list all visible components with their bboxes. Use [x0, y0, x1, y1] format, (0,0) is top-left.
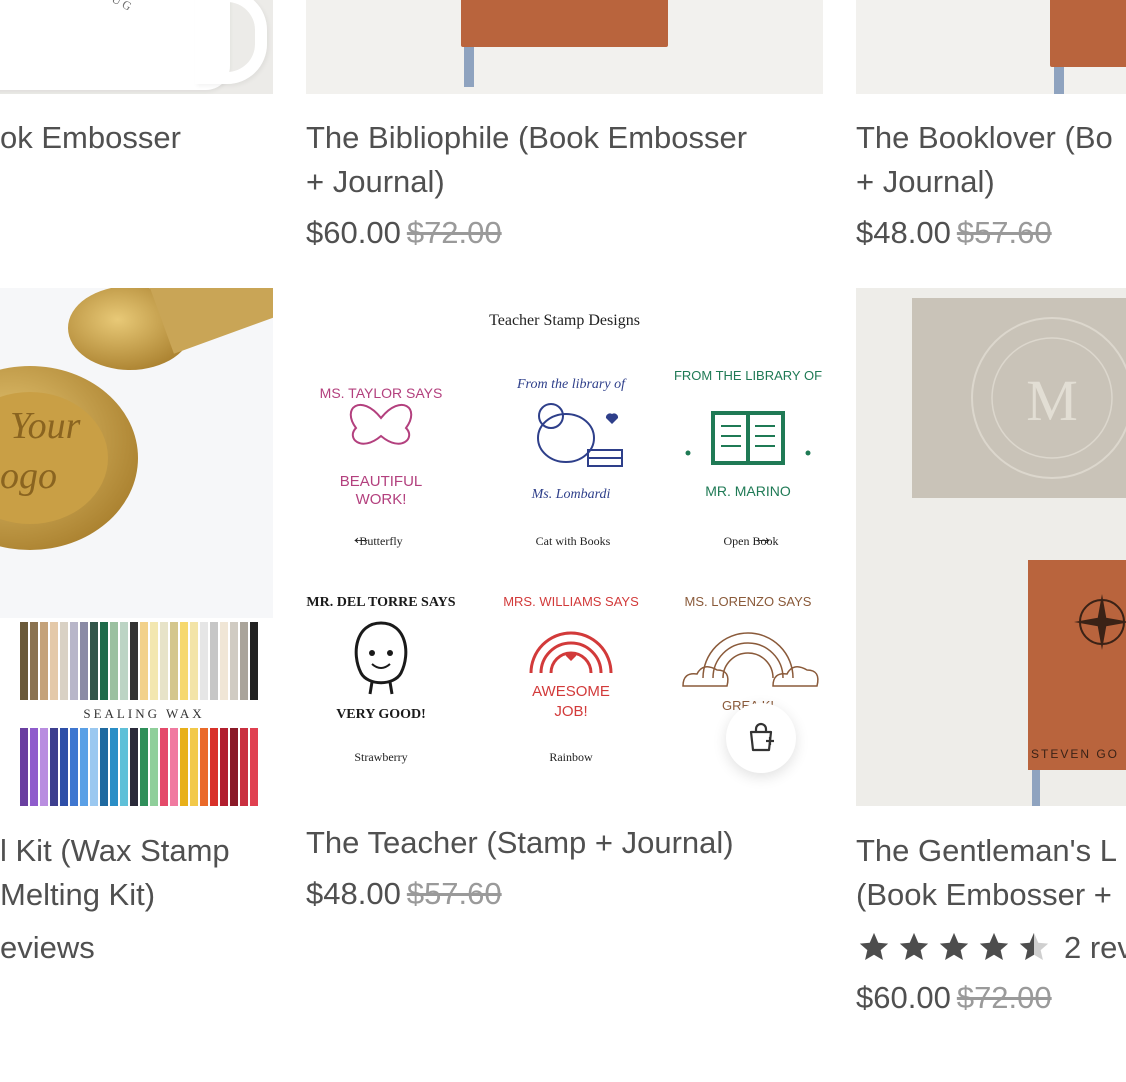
- stamp-line1: MRS. WILLIAMS SAYS: [503, 594, 639, 609]
- wax-seal-illustration: Your ogo SEALING WAX: [0, 288, 273, 806]
- stamp-line1: MS. TAYLOR SAYS: [320, 385, 443, 401]
- seal-text-2: ogo: [0, 455, 57, 497]
- seal-text-1: Your: [10, 405, 81, 447]
- caption-open-book: Open Book: [723, 534, 779, 548]
- stamp-line1: MS. LORENZO SAYS: [685, 594, 812, 609]
- product-title-line1[interactable]: The Booklover (Bo: [856, 116, 1113, 160]
- rainbow-stamp: MRS. WILLIAMS SAYS AWESOME JOB!: [503, 594, 639, 720]
- emboss-letter: M: [1026, 368, 1078, 433]
- arrow-right-icon[interactable]: →: [752, 524, 774, 550]
- sealing-wax-label: SEALING WAX: [83, 706, 204, 721]
- sale-price: $60.00: [306, 215, 401, 250]
- star-rating: [856, 930, 1052, 964]
- original-price: $72.00: [956, 980, 1052, 1015]
- butterfly-stamp: MS. TAYLOR SAYS BEAUTIFUL WORK!: [320, 385, 443, 508]
- original-price: $57.60: [406, 876, 502, 911]
- journal-ribbon: [1054, 67, 1064, 94]
- original-price: $57.60: [956, 215, 1052, 250]
- product-title-line2[interactable]: + Journal): [306, 160, 445, 204]
- caption-rainbow: Rainbow: [549, 750, 593, 764]
- reviews-count[interactable]: eviews: [0, 930, 95, 966]
- arrow-left-icon[interactable]: ←: [350, 524, 372, 550]
- mug-text: READING MUG: [25, 0, 137, 16]
- product-image[interactable]: M STEVEN GO: [856, 288, 1126, 806]
- price: $48.00 $57.60: [306, 874, 502, 914]
- price: $48.00 $57.60: [856, 213, 1052, 253]
- strawberry-stamp: MR. DEL TORRE SAYS VERY GOOD!: [306, 595, 455, 722]
- star-icon: [899, 932, 929, 961]
- stamp-line3: WORK!: [356, 491, 407, 508]
- product-title-line2[interactable]: (Book Embosser +: [856, 873, 1112, 917]
- caption-butterfly: Butterfly: [359, 534, 403, 548]
- stamp-line2: AWESOME: [532, 683, 610, 700]
- sale-price: $48.00: [306, 876, 401, 911]
- product-title-line2[interactable]: Melting Kit): [0, 873, 155, 917]
- price: $60.00 $72.00: [856, 978, 1052, 1018]
- sale-price: $48.00: [856, 215, 951, 250]
- journal-illustration: [461, 0, 668, 47]
- half-star-icon: [1019, 932, 1049, 961]
- cat-stamp: From the library of Ms. Lombardi: [516, 377, 627, 502]
- product-title[interactable]: The Teacher (Stamp + Journal): [306, 821, 734, 865]
- product-image[interactable]: [306, 0, 823, 94]
- caption-cat: Cat with Books: [535, 534, 611, 548]
- add-to-cart-icon: [749, 722, 774, 752]
- stamp-line3: JOB!: [554, 703, 587, 720]
- caption-strawberry: Strawberry: [354, 750, 408, 764]
- product-title-line1[interactable]: The Gentleman's L: [856, 829, 1117, 873]
- stamp-line1: MR. DEL TORRE SAYS: [306, 595, 455, 610]
- journal-ribbon: [464, 47, 474, 87]
- stamp-line2: VERY GOOD!: [336, 707, 426, 722]
- image-heading: Teacher Stamp Designs: [489, 312, 640, 329]
- price: $60.00 $72.00: [306, 213, 502, 253]
- stamp-line2: Ms. Lombardi: [531, 487, 611, 502]
- star-icon: [939, 932, 969, 961]
- product-title-line2[interactable]: + Journal): [856, 160, 995, 204]
- product-image[interactable]: Your ogo SEALING WAX: [0, 288, 273, 806]
- product-image[interactable]: READING MUG: [0, 0, 273, 94]
- add-to-cart-button[interactable]: [726, 703, 796, 773]
- stamp-line1: From the library of: [516, 377, 627, 392]
- stamp-line2: MR. MARINO: [705, 483, 791, 499]
- product-image[interactable]: [856, 0, 1126, 94]
- star-icon: [979, 932, 1009, 961]
- stamp-line2: BEAUTIFUL: [340, 473, 423, 490]
- product-title-line1[interactable]: The Bibliophile (Book Embosser: [306, 116, 747, 160]
- journal-name: STEVEN GO: [1031, 747, 1119, 761]
- journal-illustration: [1050, 0, 1126, 67]
- star-icon: [859, 932, 889, 961]
- embosser-and-journal-illustration: M STEVEN GO: [912, 298, 1126, 806]
- reviews-count[interactable]: 2 rev: [1064, 930, 1126, 966]
- mug-handle: [195, 0, 267, 84]
- sale-price: $60.00: [856, 980, 951, 1015]
- open-book-stamp: FROM THE LIBRARY OF MR. MARINO: [674, 368, 822, 499]
- product-image[interactable]: Teacher Stamp Designs MS. TAYLOR SAYS BE…: [306, 288, 823, 800]
- stamp-line1: FROM THE LIBRARY OF: [674, 368, 822, 383]
- original-price: $72.00: [406, 215, 502, 250]
- product-title[interactable]: ok Embosser: [0, 116, 181, 160]
- product-title-line1[interactable]: l Kit (Wax Stamp: [0, 829, 230, 873]
